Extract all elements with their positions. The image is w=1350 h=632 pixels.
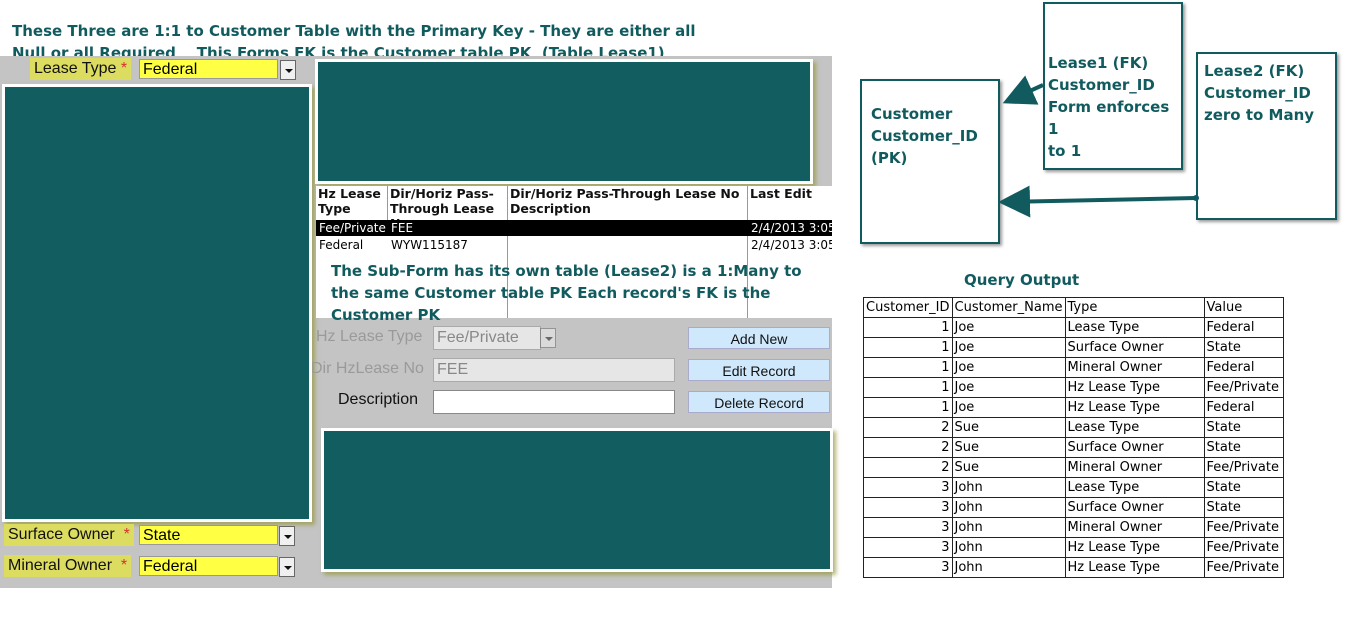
table-row: 1 Joe Surface Owner State (863, 337, 1284, 358)
table-cell: Mineral Owner (1064, 357, 1205, 378)
query-output-table: Customer_ID Customer_Name Type Value 1 Jo… (863, 297, 1284, 578)
table-cell: Fee/Private (1203, 377, 1284, 398)
table-cell: Joe (951, 317, 1066, 338)
table-cell: John (951, 497, 1066, 518)
table-row: 3 John Hz Lease Type Fee/Private (863, 537, 1284, 558)
lease2-arrow (998, 185, 1197, 218)
table-cell: 3 (863, 497, 953, 518)
table-cell: Sue (951, 417, 1066, 438)
table-cell: 2 (863, 457, 953, 478)
table-cell: Hz Lease Type (1064, 537, 1205, 558)
table-cell: Lease Type (1064, 317, 1205, 338)
table-cell: Hz Lease Type (1064, 377, 1205, 398)
table-cell: John (951, 557, 1066, 578)
table-cell: John (951, 477, 1066, 498)
table-cell: Surface Owner (1064, 497, 1205, 518)
table-cell: Lease Type (1064, 417, 1205, 438)
lease1-arrow (1002, 75, 1044, 105)
table-cell: State (1203, 337, 1284, 358)
table-cell: 1 (863, 377, 953, 398)
table-row: 3 John Hz Lease Type Fee/Private (863, 557, 1284, 578)
table-cell: Fee/Private (1203, 517, 1284, 538)
table-cell: Lease Type (1064, 477, 1205, 498)
table-cell: Sue (951, 437, 1066, 458)
table-row: 1 Joe Hz Lease Type Federal (863, 397, 1284, 418)
table-cell: 1 (863, 337, 953, 358)
table-cell: Hz Lease Type (1064, 557, 1205, 578)
table-row: 2 Sue Surface Owner State (863, 437, 1284, 458)
table-row: 3 John Mineral Owner Fee/Private (863, 517, 1284, 538)
table-cell: Joe (951, 397, 1066, 418)
column-header: Value (1203, 297, 1284, 318)
table-cell: 1 (863, 317, 953, 338)
table-cell: Mineral Owner (1064, 517, 1205, 538)
table-cell: 3 (863, 477, 953, 498)
table-cell: 1 (863, 357, 953, 378)
table-row: 3 John Surface Owner State (863, 497, 1284, 518)
table-row: 1 Joe Mineral Owner Federal (863, 357, 1284, 378)
table-cell: Joe (951, 337, 1066, 358)
table-cell: Fee/Private (1203, 557, 1284, 578)
table-cell: Hz Lease Type (1064, 397, 1205, 418)
table-cell: Joe (951, 377, 1066, 398)
table-cell: State (1203, 417, 1284, 438)
table-row: 2 Sue Mineral Owner Fee/Private (863, 457, 1284, 478)
column-header: Customer_Name (951, 297, 1066, 318)
table-row: 1 Joe Lease Type Federal (863, 317, 1284, 338)
table-cell: 3 (863, 557, 953, 578)
query-output-title: Query Output (964, 271, 1080, 289)
table-cell: State (1203, 437, 1284, 458)
table-cell: Sue (951, 457, 1066, 478)
table-header-row: Customer_ID Customer_Name Type Value (863, 297, 1284, 318)
column-header: Type (1064, 297, 1205, 318)
table-cell: 2 (863, 417, 953, 438)
column-header: Customer_ID (863, 297, 953, 318)
table-row: 2 Sue Lease Type State (863, 417, 1284, 438)
table-cell: Surface Owner (1064, 437, 1205, 458)
table-cell: John (951, 537, 1066, 558)
table-cell: 1 (863, 397, 953, 418)
table-cell: Federal (1203, 397, 1284, 418)
table-cell: Federal (1203, 317, 1284, 338)
table-cell: 3 (863, 517, 953, 538)
table-row: 3 John Lease Type State (863, 477, 1284, 498)
table-cell: State (1203, 477, 1284, 498)
table-cell: Fee/Private (1203, 537, 1284, 558)
table-cell: Federal (1203, 357, 1284, 378)
table-row: 1 Joe Hz Lease Type Fee/Private (863, 377, 1284, 398)
table-cell: Fee/Private (1203, 457, 1284, 478)
table-cell: 2 (863, 437, 953, 458)
table-cell: John (951, 517, 1066, 538)
table-cell: Mineral Owner (1064, 457, 1205, 478)
table-cell: Surface Owner (1064, 337, 1205, 358)
table-cell: 3 (863, 537, 953, 558)
table-cell: Joe (951, 357, 1066, 378)
table-cell: State (1203, 497, 1284, 518)
